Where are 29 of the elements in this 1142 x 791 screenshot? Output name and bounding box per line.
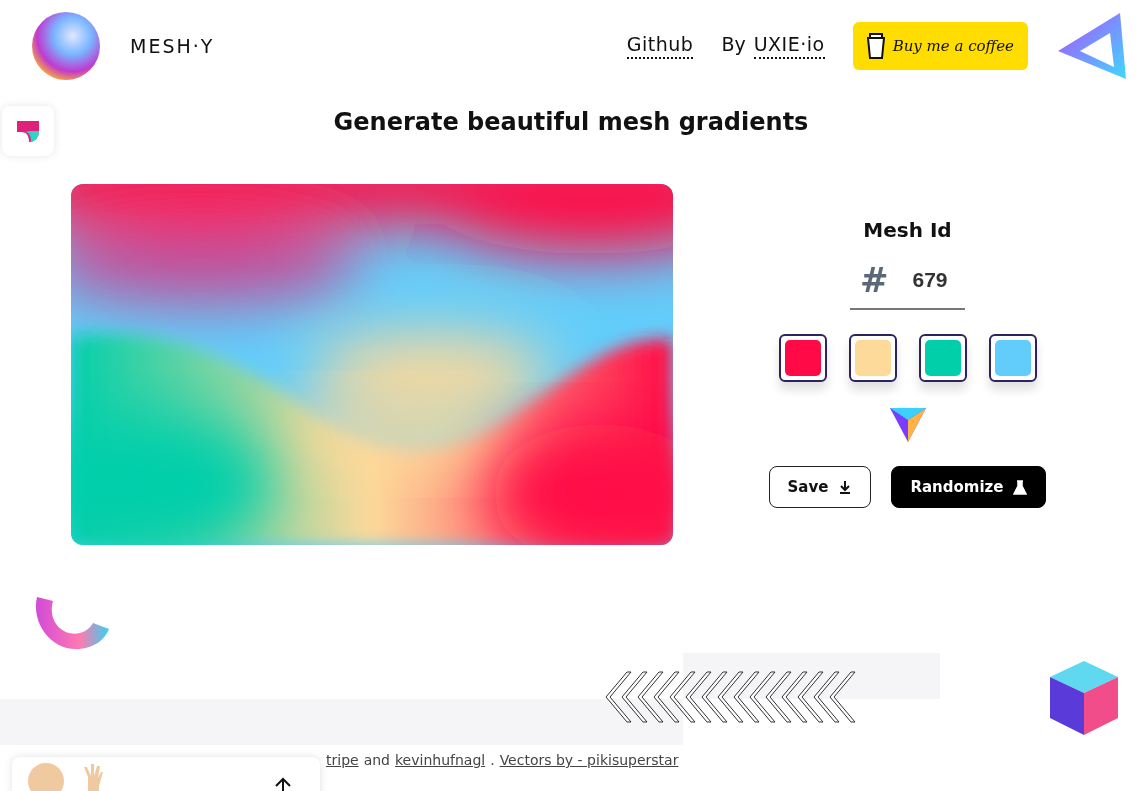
credit-text: .	[490, 752, 495, 768]
randomize-button[interactable]: Randomize	[891, 466, 1047, 508]
color-swatch[interactable]	[918, 334, 967, 382]
color-swatch[interactable]	[988, 334, 1037, 382]
side-tab[interactable]	[2, 106, 54, 156]
credit-text: and	[363, 752, 390, 768]
credit-link[interactable]: Vectors by - pikisuperstar	[499, 752, 679, 768]
uxie-link[interactable]: UXIE·io	[753, 33, 825, 59]
save-button[interactable]: Save	[768, 466, 872, 508]
flask-icon	[1013, 479, 1028, 495]
color-swatch[interactable]	[778, 334, 827, 382]
cube-icon	[1049, 660, 1119, 736]
headline: Generate beautiful mesh gradients	[333, 108, 809, 136]
github-link[interactable]: Github	[626, 33, 694, 59]
color-swatch[interactable]	[848, 334, 897, 382]
ribbon-icon	[15, 118, 41, 144]
download-icon	[838, 480, 853, 494]
logo-text: MESH·Y	[130, 35, 215, 57]
sphere-logo-icon	[32, 12, 100, 80]
buy-coffee-button[interactable]: Buy me a coffee	[852, 22, 1028, 70]
credit-link[interactable]: tripe	[326, 752, 359, 768]
by-label: By	[721, 33, 746, 55]
credit-link[interactable]: kevinhufnagl	[395, 752, 486, 768]
mesh-id-field[interactable]: # 679	[850, 256, 965, 310]
cup-icon	[866, 33, 885, 59]
triangle-icon	[1056, 11, 1128, 81]
prism-icon	[889, 408, 926, 442]
mesh-id-label: Mesh Id	[863, 218, 952, 242]
arrow-up-icon[interactable]	[274, 777, 292, 791]
